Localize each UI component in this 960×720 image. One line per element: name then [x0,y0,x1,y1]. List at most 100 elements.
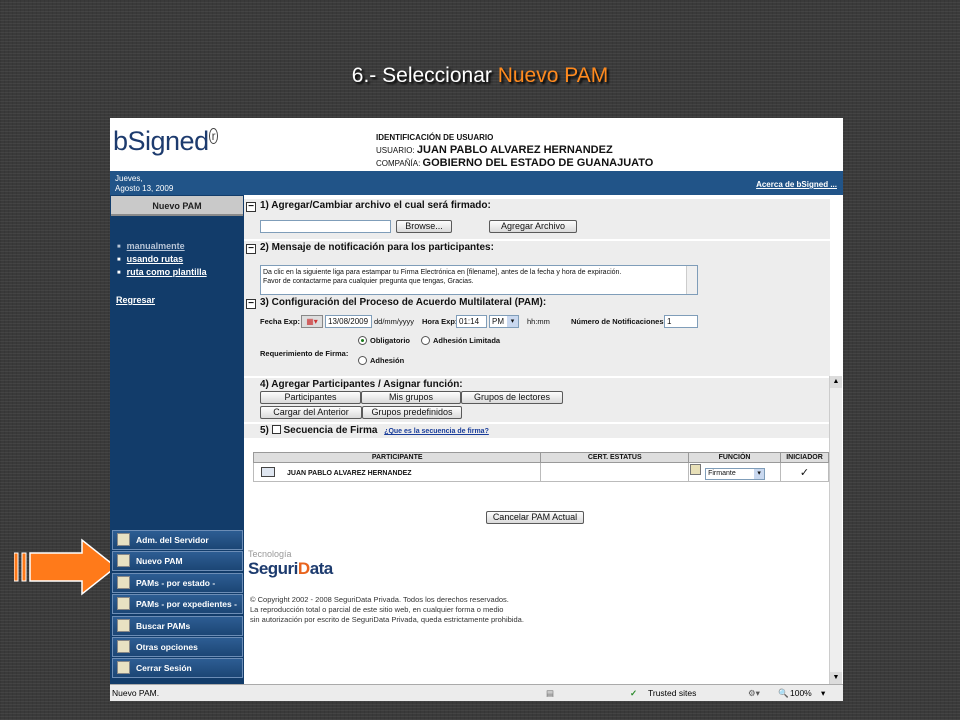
grupos-predefinidos-button[interactable]: Grupos predefinidos [362,406,462,419]
tecnologia-label: Tecnología [248,549,292,559]
options-icon [117,639,130,653]
col-iniciador: INICIADOR [780,452,829,463]
add-file-button[interactable]: Agregar Archivo [489,220,577,233]
browser-status-bar: Nuevo PAM. ▤ ✓ Trusted sites ⚙▾ 🔍 100% ▾ [110,684,843,701]
menu-otras-opciones[interactable]: Otras opciones [112,636,243,657]
status-text: Nuevo PAM. [112,688,160,698]
hora-input[interactable]: 01:14 [456,315,487,328]
id-heading: IDENTIFICACIÓN DE USUARIO [376,133,494,142]
pointer-arrow-icon [14,538,118,596]
user-value: JUAN PABLO ALVAREZ HERNANDEZ [416,144,613,156]
option-ruta-plantilla[interactable]: ruta como plantilla [117,266,207,279]
main-content: −1) Agregar/Cambiar archivo el cual será… [244,195,830,684]
hora-label: Hora Exp: [422,317,458,326]
section-participants: 4) Agregar Participantes / Asignar funci… [244,378,830,422]
collapse-toggle[interactable]: − [246,244,256,254]
chevron-down-icon: ▾ [754,469,765,479]
section-2-title: 2) Mensaje de notificación para los part… [260,242,494,253]
section-3-title: 3) Configuración del Proceso de Acuerdo … [260,297,547,308]
fecha-label: Fecha Exp: [260,317,301,326]
menu-pams-expedientes[interactable]: PAMs - por expedientes - [112,594,243,615]
user-identification: IDENTIFICACIÓN DE USUARIO USUARIO: JUAN … [376,131,653,170]
radio-unchecked[interactable] [358,356,367,365]
copyright-text: © Copyright 2002 - 2008 SeguriData Priva… [250,595,524,624]
zoom-icon[interactable]: 🔍 [778,685,789,701]
participantes-button[interactable]: Participantes [260,391,361,404]
server-icon [117,533,130,546]
sidebar: Nuevo PAM manualmente usando rutas ruta … [110,195,244,684]
current-date: Jueves, Agosto 13, 2009 [115,174,174,193]
menu-buscar-pams[interactable]: Buscar PAMs [112,615,243,636]
table-row: JUAN PABLO ALVAREZ HERNANDEZ Firmante ▾ ✓ [252,462,829,482]
collapse-toggle[interactable]: − [246,202,256,212]
section-file: −1) Agregar/Cambiar archivo el cual será… [244,199,830,239]
scroll-down-icon[interactable]: ▼ [830,672,842,684]
radio-checked[interactable] [358,336,367,345]
sequence-checkbox[interactable] [271,425,281,434]
bsigned-logo: bSigned r [113,126,219,157]
slide-title-highlight: Nuevo PAM [497,64,609,87]
about-link[interactable]: Acerca de bSigned ... [756,180,837,189]
seguridata-logo: Tecnología SeguriData [248,549,333,578]
textarea-scrollbar[interactable] [686,266,697,294]
menu-nuevo-pam[interactable]: Nuevo PAM [112,551,243,572]
main-menu: Adm. del Servidor Nuevo PAM PAMs - por e… [112,530,243,680]
col-participante: PARTICIPANTE [252,452,542,463]
grupos-lectores-button[interactable]: Grupos de lectores [461,391,563,404]
file-path-input[interactable] [260,220,391,233]
logout-icon [117,661,130,675]
scroll-up-icon[interactable]: ▲ [830,376,842,388]
page-icon: ▤ [546,688,555,698]
document-icon [117,554,130,568]
notification-message-textarea[interactable]: Da clic en la siguiente liga para estamp… [260,265,698,295]
sequence-help-link[interactable]: ¿Que es la secuencia de firma? [384,428,489,435]
slide-title-prefix: 6.- Seleccionar [351,64,498,87]
option-manualmente[interactable]: manualmente [117,240,207,253]
company-label: COMPAÑÍA: [376,159,421,168]
user-card-icon [261,467,275,477]
vertical-scrollbar[interactable]: ▲ ▼ [829,376,842,684]
option-usando-rutas[interactable]: usando rutas [117,253,207,266]
fecha-input[interactable]: 13/08/2009 [325,315,372,328]
radio-adhesion[interactable]: Adhesión [358,356,404,365]
menu-cerrar-sesion[interactable]: Cerrar Sesión [112,658,243,679]
sidebar-active-title: Nuevo PAM [111,196,243,216]
folder-icon [117,597,130,611]
mis-grupos-button[interactable]: Mis grupos [361,391,461,404]
col-funcion: FUNCIÓN [688,452,781,463]
menu-pams-estado[interactable]: PAMs - por estado - [112,572,243,593]
section-5-title: Secuencia de Firma [283,425,378,436]
funcion-select[interactable]: Firmante ▾ [705,468,766,480]
funcion-cell: Firmante ▾ [688,462,781,482]
zone-text: Trusted sites [648,688,697,698]
trusted-check-icon: ✓ [630,688,638,698]
back-link[interactable]: Regresar [116,295,155,305]
fecha-format: dd/mm/yyyy [374,317,415,326]
menu-adm-servidor[interactable]: Adm. del Servidor [112,530,243,550]
participante-cell: JUAN PABLO ALVAREZ HERNANDEZ [252,462,542,482]
creation-options: manualmente usando rutas ruta como plant… [117,240,207,279]
cert-cell [540,462,690,482]
browse-button[interactable]: Browse... [396,220,452,233]
radio-unchecked[interactable] [421,336,430,345]
hora-format: hh:mm [527,317,550,326]
cancel-pam-button[interactable]: Cancelar PAM Actual [486,511,584,524]
radio-obligatorio[interactable]: Obligatorio [358,336,410,345]
zoom-dropdown-icon[interactable]: ▾ [821,685,825,701]
date-bar: Jueves, Agosto 13, 2009 Acerca de bSigned… [110,171,843,195]
notif-input[interactable]: 1 [664,315,698,328]
user-label: USUARIO: [376,146,415,155]
section-4-title: 4) Agregar Participantes / Asignar funci… [260,379,463,390]
radio-adhesion-limitada[interactable]: Adhesión Limitada [421,336,500,345]
zoom-level[interactable]: 100% [790,685,812,701]
cargar-anterior-button[interactable]: Cargar del Anterior [260,406,362,419]
search-icon [117,618,130,632]
req-label: Requerimiento de Firma: [260,349,349,358]
calendar-icon[interactable]: ▦▾ [301,315,323,328]
collapse-toggle[interactable]: − [246,299,256,309]
section-5-number: 5) [260,425,269,436]
browser-window: bSigned r IDENTIFICACIÓN DE USUARIO USUAR… [110,118,843,701]
ampm-select[interactable]: PM ▾ [489,315,519,328]
security-icon[interactable]: ⚙▾ [748,685,760,701]
documents-icon [117,575,130,589]
